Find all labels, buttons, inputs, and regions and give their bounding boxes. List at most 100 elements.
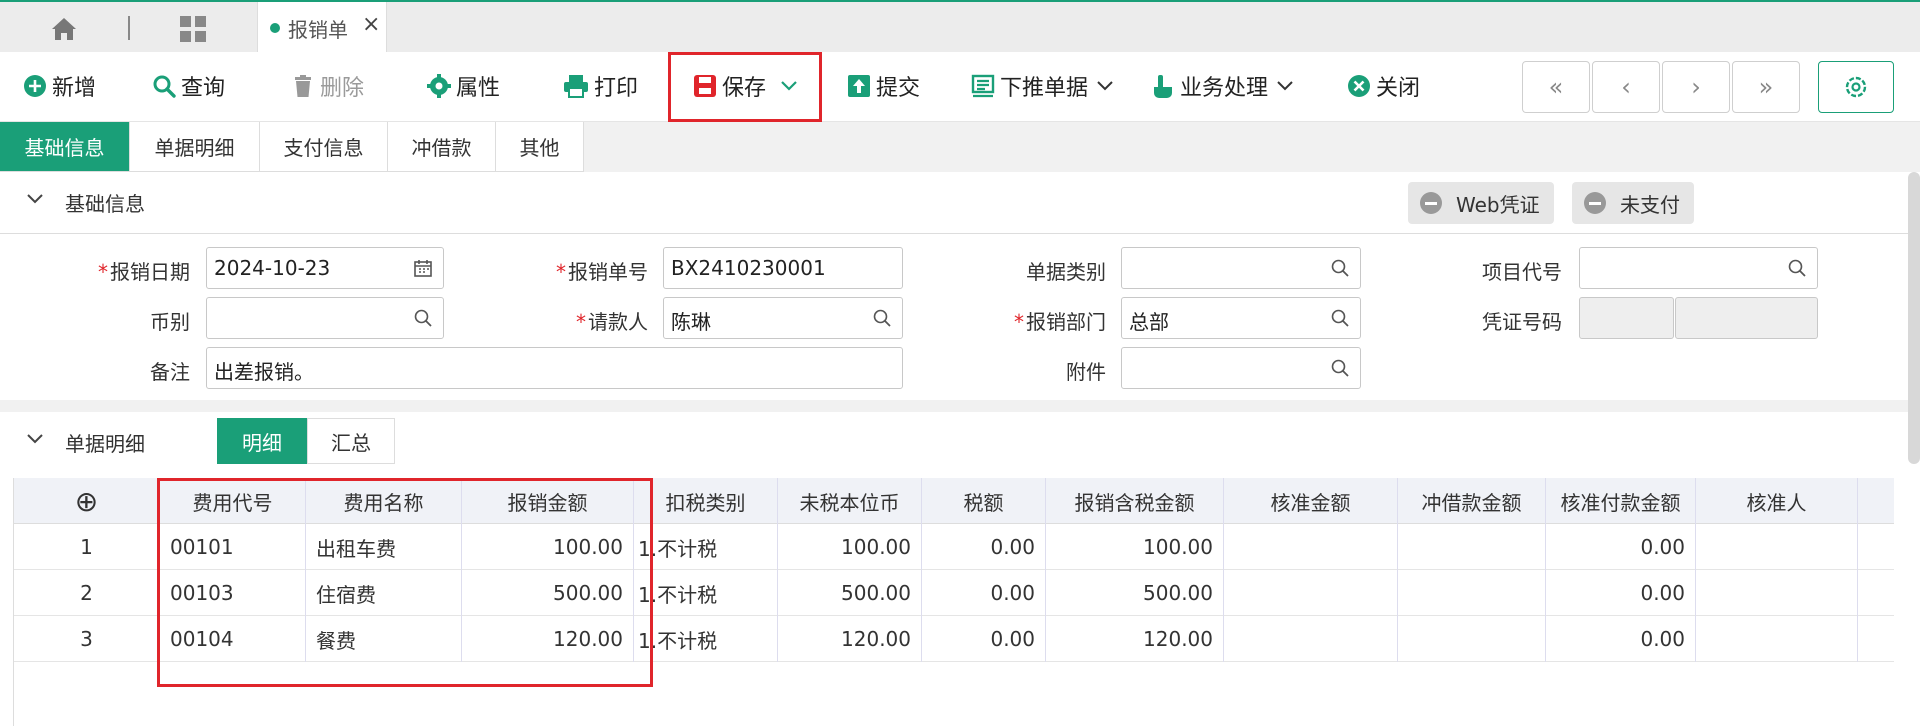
col-header: 扣税类别	[634, 478, 778, 524]
web-voucher-button[interactable]: Web凭证	[1408, 182, 1554, 224]
cell-approved[interactable]	[1224, 616, 1398, 662]
col-header: 未税本位币	[778, 478, 922, 524]
cell-tax-type[interactable]: 1.不计税	[634, 616, 778, 662]
tab-summary[interactable]: 汇总	[307, 418, 395, 464]
doc-no-field[interactable]: BX2410230001	[663, 247, 903, 289]
plus-circle-icon	[24, 75, 46, 97]
cell-offset[interactable]	[1398, 524, 1546, 570]
top-tab-bar: 报销单 ×	[0, 0, 1920, 54]
cell-approved-pay[interactable]: 0.00	[1546, 616, 1696, 662]
print-label: 打印	[594, 76, 639, 101]
cell-tax[interactable]: 0.00	[922, 616, 1046, 662]
date-field[interactable]: 2024-10-23	[206, 247, 444, 289]
delete-button[interactable]: 删除	[290, 66, 364, 106]
cell-tax[interactable]: 0.00	[922, 570, 1046, 616]
submit-label: 提交	[876, 76, 921, 101]
properties-label: 属性	[456, 76, 501, 101]
new-label: 新增	[52, 76, 97, 101]
tab-loan-offset[interactable]: 冲借款	[388, 122, 496, 172]
department-field[interactable]: 总部	[1121, 297, 1361, 339]
close-tab-icon[interactable]: ×	[362, 12, 380, 37]
cell-approver[interactable]	[1696, 524, 1858, 570]
delete-label: 删除	[320, 76, 365, 101]
cell-approver[interactable]	[1696, 616, 1858, 662]
row-index: 3	[14, 616, 160, 662]
hand-pointer-icon	[1154, 75, 1172, 98]
grid-icon[interactable]	[178, 14, 208, 44]
push-down-label: 下推单据	[1000, 76, 1089, 101]
cell-gross[interactable]: 100.00	[1046, 524, 1224, 570]
search-icon	[1331, 259, 1349, 277]
cell-approved-pay[interactable]: 0.00	[1546, 570, 1696, 616]
currency-label: 币别	[150, 310, 190, 334]
query-label: 查询	[181, 76, 226, 101]
first-record-button[interactable]: «	[1522, 61, 1590, 113]
doc-type-field[interactable]	[1121, 247, 1361, 289]
previous-record-button[interactable]: ‹	[1592, 61, 1660, 113]
currency-field[interactable]	[206, 297, 444, 339]
basic-info-form: * 报销日期 2024-10-23 * 报销单号 BX2410230001 单据类别…	[0, 233, 1910, 400]
doc-type-label: 单据类别	[1026, 260, 1106, 284]
search-icon	[153, 75, 176, 98]
cell-net[interactable]: 500.00	[778, 570, 922, 616]
cell-approved[interactable]	[1224, 524, 1398, 570]
cell-approved-pay[interactable]: 0.00	[1546, 524, 1696, 570]
search-icon	[1331, 359, 1349, 377]
tab-detail[interactable]: 明细	[217, 418, 307, 464]
cell-tax[interactable]: 0.00	[922, 524, 1046, 570]
tab-document-detail[interactable]: 单据明细	[130, 122, 260, 172]
push-down-button[interactable]: 下推单据	[970, 66, 1118, 106]
project-code-field[interactable]	[1579, 247, 1818, 289]
next-record-button[interactable]: ›	[1662, 61, 1730, 113]
attachment-label: 附件	[1066, 360, 1106, 384]
tab-payment-info[interactable]: 支付信息	[260, 122, 388, 172]
print-button[interactable]: 打印	[562, 66, 638, 106]
business-process-button[interactable]: 业务处理	[1150, 66, 1298, 106]
remark-field[interactable]: 出差报销。	[206, 347, 903, 389]
minus-circle-icon	[1420, 192, 1442, 214]
query-button[interactable]: 查询	[151, 66, 225, 106]
cell-approver[interactable]	[1696, 570, 1858, 616]
settings-button[interactable]	[1818, 61, 1894, 113]
cell-offset[interactable]	[1398, 570, 1546, 616]
col-header: 核准付款金额	[1546, 478, 1696, 524]
tab-expense-form[interactable]: 报销单 ×	[257, 2, 387, 54]
tab-basic-info[interactable]: 基础信息	[0, 122, 130, 172]
gear-icon	[1845, 76, 1867, 98]
last-record-button[interactable]: »	[1732, 61, 1800, 113]
cell-net[interactable]: 100.00	[778, 524, 922, 570]
close-button[interactable]: 关闭	[1346, 66, 1420, 106]
close-label: 关闭	[1376, 76, 1421, 101]
tab-other[interactable]: 其他	[496, 122, 584, 172]
cell-offset[interactable]	[1398, 616, 1546, 662]
attachment-field[interactable]	[1121, 347, 1361, 389]
new-button[interactable]: 新增	[22, 66, 96, 106]
cell-gross[interactable]: 120.00	[1046, 616, 1224, 662]
chevron-down-icon	[1097, 81, 1113, 91]
cell-net[interactable]: 120.00	[778, 616, 922, 662]
collapse-chevron-icon[interactable]	[26, 192, 44, 206]
gear-icon	[427, 74, 451, 98]
voucher-no-label: 凭证号码	[1482, 310, 1562, 334]
trash-icon	[295, 75, 311, 97]
cell-approved[interactable]	[1224, 570, 1398, 616]
row-index: 2	[14, 570, 160, 616]
collapse-chevron-icon[interactable]	[26, 432, 44, 446]
vertical-scrollbar[interactable]	[1908, 172, 1920, 464]
chevron-down-icon	[1277, 81, 1293, 91]
cell-tax-type[interactable]: 1.不计税	[634, 570, 778, 616]
submit-button[interactable]: 提交	[846, 66, 920, 106]
payment-status-button[interactable]: 未支付	[1572, 182, 1694, 224]
voucher-no-field-2	[1675, 297, 1818, 339]
cell-tax-type[interactable]: 1.不计税	[634, 524, 778, 570]
divider	[128, 16, 130, 40]
requester-field[interactable]: 陈琳	[663, 297, 903, 339]
printer-icon	[564, 75, 588, 98]
voucher-no-field-1	[1579, 297, 1674, 339]
cell-gross[interactable]: 500.00	[1046, 570, 1224, 616]
date-label: * 报销日期	[98, 260, 190, 284]
add-row-icon[interactable]: ⊕	[14, 478, 160, 524]
home-icon[interactable]	[44, 12, 84, 46]
properties-button[interactable]: 属性	[426, 66, 500, 106]
business-label: 业务处理	[1180, 76, 1269, 101]
